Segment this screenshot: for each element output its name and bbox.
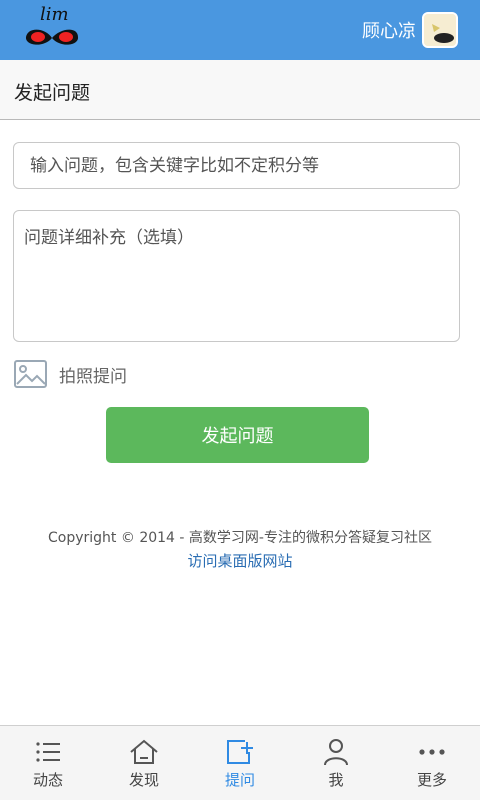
tab-discover-label: 发现: [128, 771, 159, 789]
list-icon: [36, 742, 60, 762]
tab-ask-label: 提问: [224, 771, 255, 789]
tab-ask[interactable]: 提问: [192, 726, 288, 800]
copyright-text: Copyright © 2014 - 高数学习网-专注的微积分答疑复习社区: [48, 530, 432, 546]
ask-icon: [227, 740, 253, 764]
photo-question-label: 拍照提问: [59, 366, 127, 387]
desktop-site-link[interactable]: 访问桌面版网站: [0, 550, 480, 571]
tab-more[interactable]: 更多: [384, 726, 480, 800]
image-icon: [14, 360, 47, 388]
home-icon: [130, 739, 158, 764]
avatar-image-icon: [424, 14, 456, 46]
page-header: 发起问题: [0, 60, 480, 120]
avatar[interactable]: [422, 12, 458, 48]
question-input[interactable]: [13, 142, 460, 189]
question-detail-textarea[interactable]: [13, 210, 460, 342]
username[interactable]: 顾心凉: [362, 17, 416, 43]
tab-more-label: 更多: [416, 771, 447, 789]
submit-question-button[interactable]: 发起问题: [106, 407, 369, 463]
top-bar: lim 顾心凉: [0, 0, 480, 60]
infinity-logo-icon: [25, 29, 79, 45]
tab-feed[interactable]: 动态: [0, 726, 96, 800]
tab-me-label: 我: [328, 771, 344, 789]
tab-discover[interactable]: 发现: [96, 726, 192, 800]
bottom-tab-bar: 动态 发现 提问 我 更多: [0, 725, 480, 800]
page-title: 发起问题: [14, 82, 91, 104]
person-icon: [324, 739, 348, 766]
tab-me[interactable]: 我: [288, 726, 384, 800]
photo-question-button[interactable]: 拍照提问: [14, 358, 127, 390]
tab-feed-label: 动态: [32, 771, 63, 789]
more-icon: [419, 749, 445, 755]
site-logo[interactable]: lim: [22, 4, 82, 54]
